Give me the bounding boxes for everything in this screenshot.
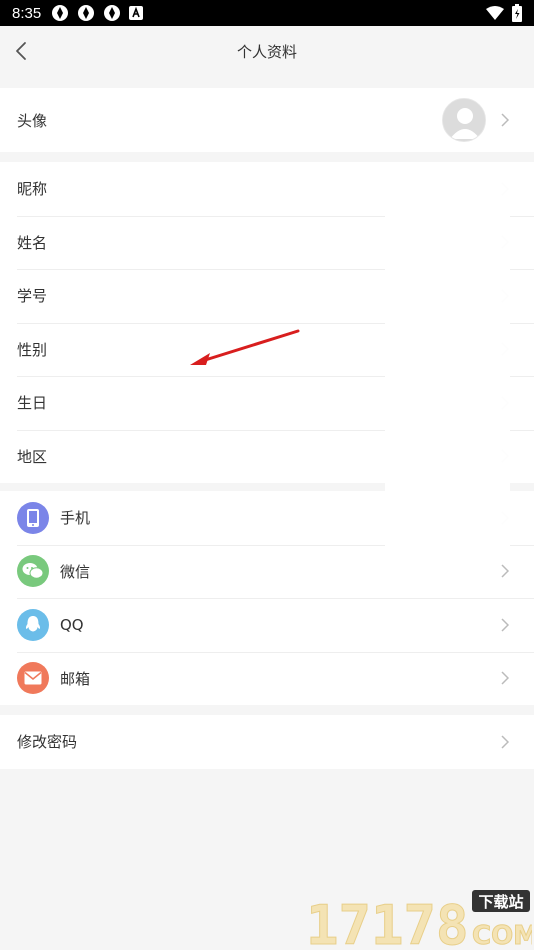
avatar-row[interactable]: 头像: [0, 88, 534, 152]
info-label: 姓名: [17, 233, 48, 252]
info-label: 学号: [17, 287, 48, 306]
header: 个人资料: [0, 26, 534, 76]
info-label: 生日: [17, 394, 48, 413]
binding-row-qq[interactable]: QQ: [0, 598, 534, 652]
password-section: 修改密码: [0, 715, 534, 769]
binding-label: 手机: [60, 509, 91, 528]
annotation-arrow: [190, 329, 300, 365]
battery-icon: [512, 4, 522, 22]
mail-icon: [17, 662, 49, 695]
avatar-label: 头像: [17, 111, 48, 130]
info-label: 地区: [17, 447, 48, 466]
binding-label: 微信: [60, 562, 91, 581]
change-password-row[interactable]: 修改密码: [0, 715, 534, 769]
back-arrow-icon[interactable]: [10, 39, 34, 63]
info-label: 昵称: [17, 180, 48, 199]
avatar: [442, 98, 486, 142]
watermark-digits: 17178: [306, 894, 469, 948]
phone-icon: [17, 501, 49, 534]
wechat-icon: [17, 555, 49, 588]
chevron-right-icon: [501, 113, 510, 127]
avatar-section: 头像: [0, 88, 534, 152]
chevron-right-icon: [501, 735, 510, 749]
binding-row-wechat[interactable]: 微信: [0, 544, 534, 599]
chevron-right-icon: [501, 618, 510, 632]
wifi-icon: [486, 6, 504, 20]
watermark-badge: 下载站: [478, 893, 523, 911]
info-label: 性别: [17, 340, 48, 359]
qq-icon: [17, 608, 49, 641]
watermark-com: COM: [472, 921, 532, 948]
chevron-right-icon: [501, 671, 510, 685]
blurred-overlay: [385, 163, 510, 546]
app-notification-icon: [78, 5, 95, 21]
page-title: 个人资料: [236, 42, 297, 61]
change-password-label: 修改密码: [17, 733, 78, 752]
app-notification-icon: [104, 5, 121, 21]
a-notification-icon: [129, 6, 144, 20]
binding-row-email[interactable]: 邮箱: [0, 651, 534, 706]
binding-label: QQ: [60, 615, 84, 634]
status-bar: 8:35: [0, 0, 534, 26]
binding-label: 邮箱: [60, 669, 91, 688]
app-notification-icon: [52, 5, 69, 21]
watermark-logo: 17178 下载站 COM: [306, 888, 534, 950]
status-time: 8:35: [12, 4, 42, 22]
chevron-right-icon: [501, 564, 510, 578]
